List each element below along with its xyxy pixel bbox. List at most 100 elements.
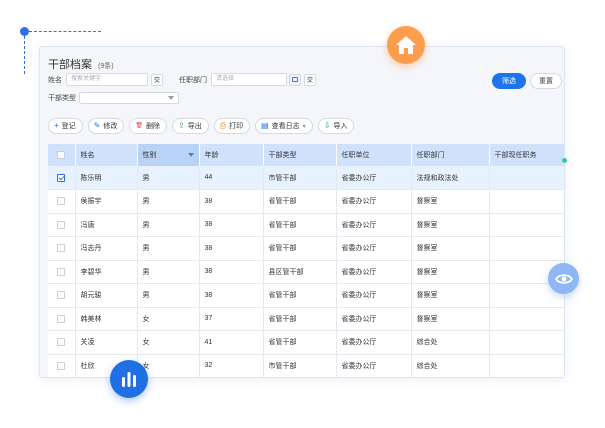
select-all-cell[interactable]	[48, 144, 76, 166]
row-checkbox[interactable]	[57, 361, 66, 370]
filter-button[interactable]: 筛选	[492, 73, 526, 89]
row-checkbox-cell[interactable]	[48, 260, 76, 284]
view-log-button[interactable]: ▤ 查看日志 ▾	[255, 118, 313, 134]
row-checkbox[interactable]	[57, 197, 66, 206]
edit-button[interactable]: ✎ 修改	[87, 118, 125, 134]
cell-type: 县区管干部	[263, 260, 337, 284]
table-row[interactable]: 冯唐男 38 省管干部 省委办公厅 督察室	[48, 213, 564, 237]
column-header-gender[interactable]: 性别	[137, 144, 200, 166]
cell-name: 陈乐明	[75, 166, 138, 190]
filter-row: 姓名 搜索关键字 交 任职部门 请选择 交	[48, 73, 316, 86]
import-button[interactable]: ⇩ 导入	[317, 118, 355, 134]
chevron-down-icon: ▾	[302, 123, 306, 130]
cell-gender: 男	[137, 213, 200, 237]
column-header-post[interactable]: 干部现任职务	[489, 144, 564, 166]
row-checkbox-cell[interactable]	[48, 330, 76, 355]
table-row[interactable]: 韩美林女 37 省管干部 省委办公厅 督察室	[48, 307, 564, 331]
row-checkbox-cell[interactable]	[48, 236, 76, 261]
table-body: 陈乐明男 44 市管干部 省委办公厅 法规和政法处 侯振宇男 38 省管干部 省委办公厅 督察室冯…	[48, 166, 564, 377]
cell-name: 冯志丹	[75, 236, 138, 261]
column-header-name[interactable]: 姓名	[75, 144, 138, 166]
export-button[interactable]: ⇪ 导出	[172, 118, 209, 134]
table-row[interactable]: 冯志丹男 38 省管干部 省委办公厅 督察室	[48, 236, 564, 261]
cell-age: 37	[199, 307, 264, 331]
column-header-dept[interactable]: 任职部门	[411, 144, 490, 166]
cell-gender: 男	[137, 236, 200, 261]
cell-age: 38	[199, 260, 264, 284]
sort-down-icon[interactable]	[187, 153, 194, 157]
cell-type: 市管干部	[263, 354, 337, 377]
cell-unit: 省委办公厅	[336, 236, 412, 261]
row-checkbox-cell[interactable]	[48, 307, 76, 331]
export-label: 导出	[187, 123, 202, 130]
dept-select-input[interactable]: 请选择	[211, 73, 287, 86]
cell-post	[489, 354, 564, 377]
view-log-label: 查看日志	[271, 123, 300, 130]
log-icon: ▤	[261, 121, 269, 130]
eye-glyph	[554, 273, 573, 284]
row-checkbox-cell[interactable]	[48, 213, 76, 237]
column-header-gender-label: 性别	[142, 152, 157, 159]
row-checkbox-cell[interactable]	[48, 354, 76, 377]
home-glyph	[396, 36, 416, 54]
row-checkbox-cell[interactable]	[48, 166, 76, 190]
cell-type: 省管干部	[263, 330, 337, 355]
cell-dept: 督察室	[411, 189, 490, 214]
eye-icon[interactable]	[548, 263, 579, 294]
home-icon[interactable]	[387, 26, 425, 64]
delete-button[interactable]: 🗑 删除	[129, 118, 167, 134]
cadre-archive-panel: 干部档案 (9条) 姓名 搜索关键字 交 任职部门 请选择 交 干部类型 筛选 …	[39, 46, 565, 378]
cell-post	[489, 236, 564, 261]
type-select[interactable]	[79, 92, 179, 104]
cell-post	[489, 189, 564, 214]
export-icon: ⇪	[178, 121, 185, 130]
row-checkbox[interactable]	[57, 291, 66, 300]
reset-button[interactable]: 重置	[530, 73, 562, 89]
table-row[interactable]: 关凌女 41 省管干部 省委办公厅 综合处	[48, 330, 564, 355]
cell-age: 38	[199, 189, 264, 214]
row-checkbox[interactable]	[57, 244, 66, 253]
cell-post	[489, 166, 564, 190]
row-checkbox[interactable]	[57, 267, 66, 276]
dept-tree-button[interactable]	[289, 73, 301, 86]
cell-type: 市管干部	[263, 166, 337, 190]
column-header-age[interactable]: 年龄	[199, 144, 264, 166]
name-clear-button[interactable]: 交	[151, 73, 163, 86]
select-all-checkbox[interactable]	[57, 151, 66, 159]
print-button[interactable]: ⎙ 打印	[213, 118, 251, 134]
name-label: 姓名	[48, 76, 62, 84]
row-checkbox[interactable]	[57, 314, 66, 323]
cell-dept: 综合处	[411, 330, 490, 355]
cell-dept: 督察室	[411, 307, 490, 331]
column-header-unit[interactable]: 任职单位	[336, 144, 412, 166]
cell-age: 38	[199, 213, 264, 237]
table-row[interactable]: 李碧华男 38 县区管干部 省委办公厅 督察室	[48, 260, 564, 284]
cell-unit: 省委办公厅	[336, 166, 412, 190]
cell-gender: 男	[137, 189, 200, 214]
cell-type: 省管干部	[263, 307, 337, 331]
column-header-type[interactable]: 干部类型	[263, 144, 337, 166]
dept-clear-button[interactable]: 交	[304, 73, 316, 86]
record-count: (9条)	[98, 63, 114, 70]
row-checkbox[interactable]	[57, 220, 66, 229]
table-row[interactable]: 陈乐明男 44 市管干部 省委办公厅 法规和政法处	[48, 166, 564, 190]
row-checkbox[interactable]	[57, 173, 66, 182]
row-checkbox-cell[interactable]	[48, 283, 76, 308]
bar-chart-icon[interactable]	[110, 360, 148, 398]
import-label: 导入	[333, 123, 348, 130]
cell-gender: 男	[137, 283, 200, 308]
decor-dashed-line-h	[29, 31, 101, 32]
row-checkbox-cell[interactable]	[48, 189, 76, 214]
trash-icon: 🗑	[135, 123, 143, 129]
table-row[interactable]: 侯振宇男 38 省管干部 省委办公厅 督察室	[48, 189, 564, 214]
name-search-input[interactable]: 搜索关键字	[66, 73, 148, 86]
cell-unit: 省委办公厅	[336, 260, 412, 284]
cell-type: 省管干部	[263, 236, 337, 261]
cell-gender: 男	[137, 260, 200, 284]
cell-age: 38	[199, 283, 264, 308]
register-button[interactable]: + 登记	[48, 118, 83, 134]
toolbar: + 登记 ✎ 修改 🗑 删除 ⇪ 导出 ⎙ 打印 ▤ 查看日志 ▾ ⇩ 导入	[48, 118, 355, 134]
table-row[interactable]: 胡元骏男 38 省管干部 省委办公厅 督察室	[48, 283, 564, 308]
dept-label: 任职部门	[179, 76, 207, 84]
row-checkbox[interactable]	[57, 338, 66, 347]
